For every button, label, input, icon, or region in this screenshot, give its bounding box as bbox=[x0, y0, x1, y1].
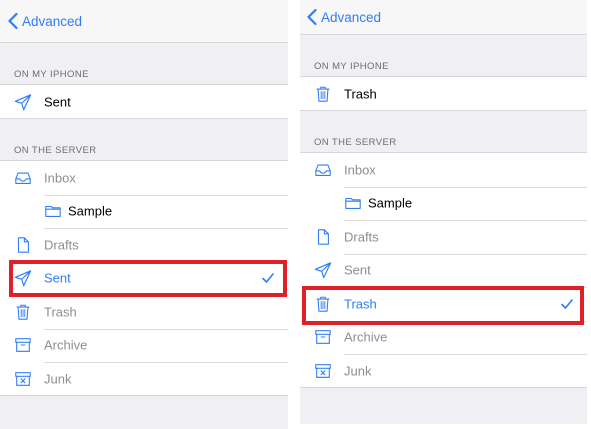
navigation-bar: Advanced bbox=[300, 0, 587, 35]
paper-plane-icon bbox=[314, 261, 332, 279]
mailbox-row-trash[interactable]: Trash bbox=[300, 287, 587, 321]
mailbox-picker-left: Advanced ON MY IPHONE Sent ON THE SERVER… bbox=[0, 0, 288, 429]
checkmark-icon bbox=[262, 273, 274, 283]
section-header-on-the-server: ON THE SERVER bbox=[314, 137, 397, 148]
junk-box-icon bbox=[314, 362, 332, 380]
paper-plane-icon bbox=[14, 93, 32, 111]
mailbox-label: Junk bbox=[344, 363, 372, 379]
back-button-label: Advanced bbox=[22, 13, 83, 29]
section-header-on-my-iphone: ON MY IPHONE bbox=[314, 61, 389, 72]
server-mailbox-group: Inbox Sample Drafts Sent Trash Archive J… bbox=[0, 160, 288, 396]
trash-icon bbox=[314, 295, 332, 313]
mailbox-row-drafts[interactable]: Drafts bbox=[0, 228, 288, 262]
paper-plane-icon bbox=[14, 269, 32, 287]
folder-icon bbox=[344, 194, 362, 212]
mailbox-row-sample[interactable]: Sample bbox=[300, 186, 587, 221]
junk-box-icon bbox=[14, 370, 32, 388]
chevron-left-icon bbox=[8, 13, 18, 29]
mailbox-row-inbox[interactable]: Inbox bbox=[300, 153, 587, 187]
folder-icon bbox=[44, 202, 62, 220]
checkmark-icon bbox=[561, 299, 573, 309]
mailbox-row-archive[interactable]: Archive bbox=[0, 328, 288, 363]
mailbox-label: Trash bbox=[44, 304, 77, 320]
mailbox-label: Archive bbox=[44, 337, 88, 353]
archive-box-icon bbox=[14, 336, 32, 354]
section-header-on-the-server: ON THE SERVER bbox=[14, 145, 97, 156]
mailbox-label: Inbox bbox=[344, 162, 376, 178]
mailbox-label: Sent bbox=[44, 270, 71, 286]
mailbox-label: Sent bbox=[344, 262, 371, 278]
back-button-label: Advanced bbox=[321, 9, 382, 25]
tray-icon bbox=[14, 169, 32, 187]
mailbox-row-sent-local[interactable]: Sent bbox=[0, 85, 288, 119]
chevron-left-icon bbox=[307, 9, 317, 25]
local-mailbox-group: Sent bbox=[0, 84, 288, 119]
mailbox-label: Inbox bbox=[44, 170, 76, 186]
mailbox-row-trash-local[interactable]: Trash bbox=[300, 77, 587, 111]
mailbox-row-junk[interactable]: Junk bbox=[300, 354, 587, 388]
server-mailbox-group: Inbox Sample Drafts Sent Trash Archive J… bbox=[300, 152, 587, 388]
mailbox-row-sent[interactable]: Sent bbox=[0, 261, 288, 296]
mailbox-label: Junk bbox=[44, 371, 72, 387]
mailbox-row-junk[interactable]: Junk bbox=[0, 362, 288, 396]
mailbox-label: Sample bbox=[68, 203, 113, 219]
back-button[interactable]: Advanced bbox=[0, 13, 82, 29]
tray-icon bbox=[314, 161, 332, 179]
mailbox-row-trash[interactable]: Trash bbox=[0, 295, 288, 329]
mailbox-row-drafts[interactable]: Drafts bbox=[300, 220, 587, 254]
trash-icon bbox=[314, 85, 332, 103]
document-icon bbox=[314, 228, 332, 246]
navigation-bar: Advanced bbox=[0, 0, 288, 43]
mailbox-picker-right: Advanced ON MY IPHONE Trash ON THE SERVE… bbox=[300, 0, 587, 424]
mailbox-row-inbox[interactable]: Inbox bbox=[0, 161, 288, 195]
mailbox-label: Trash bbox=[344, 296, 377, 312]
archive-box-icon bbox=[314, 328, 332, 346]
mailbox-label: Trash bbox=[344, 86, 377, 102]
mailbox-row-sample[interactable]: Sample bbox=[0, 194, 288, 229]
mailbox-row-sent[interactable]: Sent bbox=[300, 253, 587, 288]
mailbox-label: Drafts bbox=[44, 237, 79, 253]
document-icon bbox=[14, 236, 32, 254]
back-button[interactable]: Advanced bbox=[300, 9, 381, 25]
mailbox-label: Archive bbox=[344, 329, 388, 345]
local-mailbox-group: Trash bbox=[300, 76, 587, 111]
mailbox-label: Sample bbox=[368, 195, 413, 211]
mailbox-label: Drafts bbox=[344, 229, 379, 245]
section-header-on-my-iphone: ON MY IPHONE bbox=[14, 69, 89, 80]
mailbox-label: Sent bbox=[44, 94, 71, 110]
mailbox-row-archive[interactable]: Archive bbox=[300, 320, 587, 355]
trash-icon bbox=[14, 303, 32, 321]
